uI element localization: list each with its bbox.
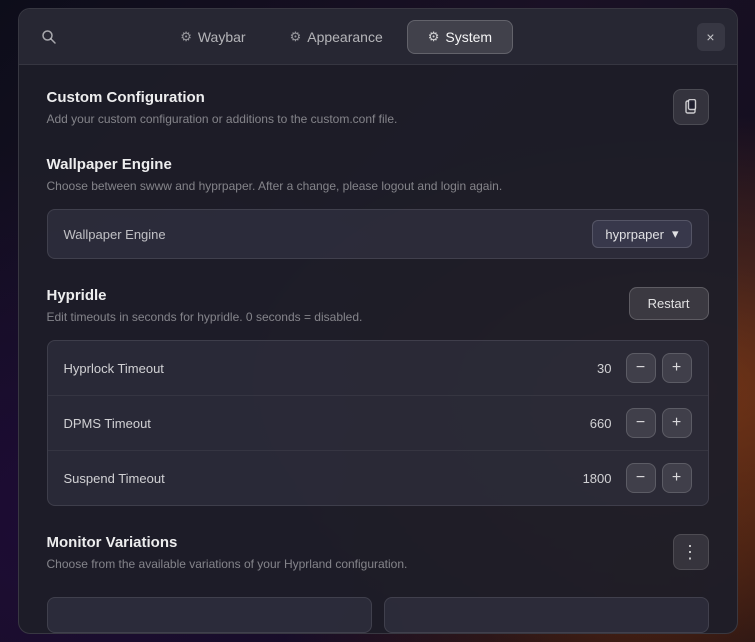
hyprlock-decrement-button[interactable]: −: [626, 353, 656, 383]
tab-waybar-label: Waybar: [198, 29, 246, 45]
bottom-bar: [19, 597, 737, 633]
tab-system[interactable]: ⚙ System: [407, 20, 513, 54]
dpms-timeout-value: 660: [572, 416, 612, 431]
custom-config-desc: Add your custom configuration or additio…: [47, 110, 398, 128]
hypridle-desc: Edit timeouts in seconds for hypridle. 0…: [47, 308, 363, 326]
tab-system-label: System: [445, 29, 492, 45]
hypridle-text: Hypridle Edit timeouts in seconds for hy…: [47, 287, 363, 326]
search-icon[interactable]: [31, 19, 67, 55]
suspend-timeout-label: Suspend Timeout: [64, 471, 572, 486]
wallpaper-engine-row: Wallpaper Engine hyprpaper ▾: [47, 209, 709, 259]
table-row: Hyprlock Timeout 30 − +: [48, 341, 708, 396]
waybar-tab-icon: ⚙: [180, 29, 192, 45]
wallpaper-engine-selected: hyprpaper: [605, 227, 664, 242]
custom-config-section: Custom Configuration Add your custom con…: [47, 89, 709, 128]
wallpaper-engine-section: Wallpaper Engine Choose between swww and…: [47, 156, 709, 259]
monitor-more-button[interactable]: ⋮: [673, 534, 709, 570]
tab-appearance[interactable]: ⚙ Appearance: [270, 20, 403, 54]
main-content: Custom Configuration Add your custom con…: [19, 65, 737, 597]
titlebar: ⚙ Waybar ⚙ Appearance ⚙ System ×: [19, 9, 737, 65]
custom-config-header: Custom Configuration Add your custom con…: [47, 89, 709, 128]
custom-config-text: Custom Configuration Add your custom con…: [47, 89, 398, 128]
dpms-timeout-label: DPMS Timeout: [64, 416, 572, 431]
custom-config-title: Custom Configuration: [47, 89, 398, 106]
tab-waybar[interactable]: ⚙ Waybar: [160, 20, 265, 54]
monitor-variations-title: Monitor Variations: [47, 534, 408, 551]
wallpaper-engine-dropdown[interactable]: hyprpaper ▾: [592, 220, 691, 248]
tab-appearance-label: Appearance: [307, 29, 383, 45]
tab-bar: ⚙ Waybar ⚙ Appearance ⚙ System: [160, 20, 513, 54]
settings-window: ⚙ Waybar ⚙ Appearance ⚙ System × Custom …: [18, 8, 738, 634]
hypridle-header: Hypridle Edit timeouts in seconds for hy…: [47, 287, 709, 326]
hypridle-title: Hypridle: [47, 287, 363, 304]
dpms-increment-button[interactable]: +: [662, 408, 692, 438]
restart-button[interactable]: Restart: [629, 287, 709, 320]
monitor-variations-section: Monitor Variations Choose from the avail…: [47, 534, 709, 573]
monitor-variations-desc: Choose from the available variations of …: [47, 555, 408, 573]
system-tab-icon: ⚙: [428, 29, 440, 45]
table-row: DPMS Timeout 660 − +: [48, 396, 708, 451]
dpms-stepper: − +: [626, 408, 692, 438]
dpms-decrement-button[interactable]: −: [626, 408, 656, 438]
dropdown-chevron-icon: ▾: [672, 226, 679, 242]
wallpaper-engine-desc: Choose between swww and hyprpaper. After…: [47, 177, 709, 195]
timeout-table: Hyprlock Timeout 30 − + DPMS Timeout 660…: [47, 340, 709, 506]
close-button[interactable]: ×: [697, 23, 725, 51]
monitor-header: Monitor Variations Choose from the avail…: [47, 534, 709, 573]
hyprlock-stepper: − +: [626, 353, 692, 383]
suspend-timeout-value: 1800: [572, 471, 612, 486]
hypridle-section: Hypridle Edit timeouts in seconds for hy…: [47, 287, 709, 506]
bottom-btn-right[interactable]: [384, 597, 709, 633]
suspend-increment-button[interactable]: +: [662, 463, 692, 493]
table-row: Suspend Timeout 1800 − +: [48, 451, 708, 505]
suspend-stepper: − +: [626, 463, 692, 493]
hyprlock-increment-button[interactable]: +: [662, 353, 692, 383]
wallpaper-engine-title: Wallpaper Engine: [47, 156, 709, 173]
appearance-tab-icon: ⚙: [290, 29, 302, 45]
wallpaper-engine-label: Wallpaper Engine: [64, 227, 166, 242]
monitor-text: Monitor Variations Choose from the avail…: [47, 534, 408, 573]
custom-config-icon-button[interactable]: [673, 89, 709, 125]
suspend-decrement-button[interactable]: −: [626, 463, 656, 493]
hyprlock-timeout-label: Hyprlock Timeout: [64, 361, 572, 376]
bottom-btn-left[interactable]: [47, 597, 372, 633]
hyprlock-timeout-value: 30: [572, 361, 612, 376]
